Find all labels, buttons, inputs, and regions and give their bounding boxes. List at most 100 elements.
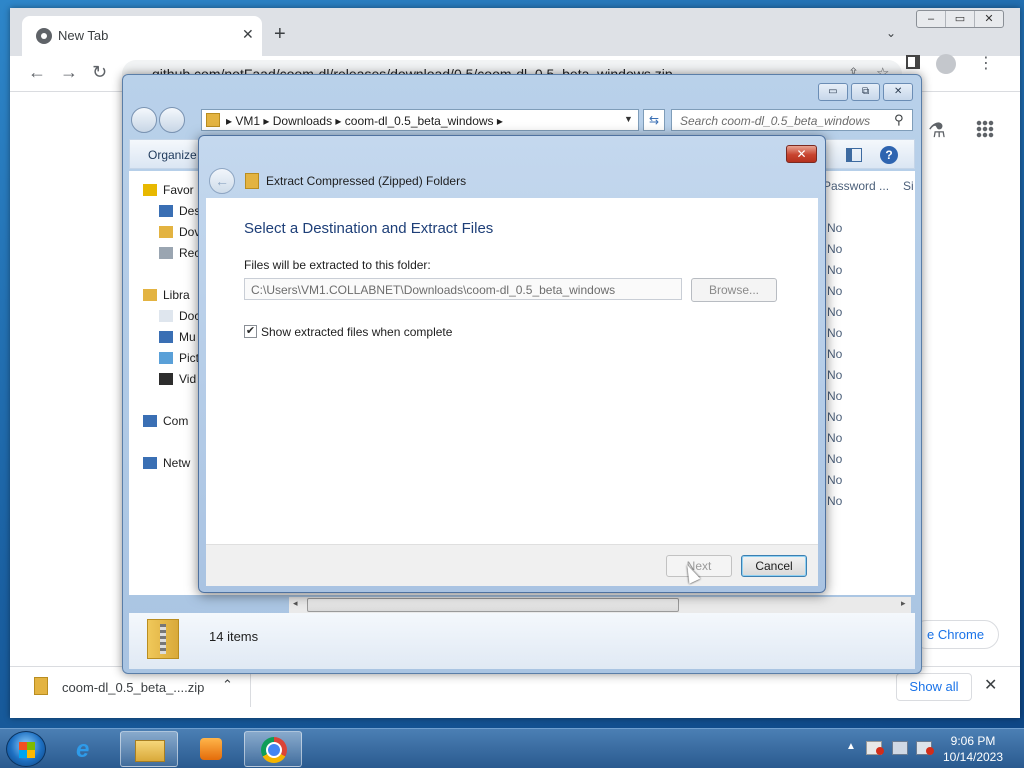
nav-item-label: Libra xyxy=(163,288,190,302)
explorer-address-bar[interactable]: ▸ VM1 ▸ Downloads ▸ coom-dl_0.5_beta_win… xyxy=(201,109,639,131)
scroll-thumb[interactable] xyxy=(307,598,679,612)
search-placeholder: Search coom-dl_0.5_beta_windows xyxy=(680,114,871,128)
videos-icon xyxy=(159,373,173,385)
nav-item-computer[interactable]: Com xyxy=(143,414,188,432)
scroll-left-icon[interactable]: ◂ xyxy=(293,598,298,609)
destination-label: Files will be extracted to this folder: xyxy=(244,258,431,272)
nav-item-recent[interactable]: Rec xyxy=(159,246,200,264)
breadcrumb[interactable]: ▸ VM1 ▸ Downloads ▸ coom-dl_0.5_beta_win… xyxy=(226,114,503,128)
tab-close-icon[interactable]: ✕ xyxy=(242,26,254,43)
dialog-close-button[interactable]: ✕ xyxy=(786,145,817,163)
taskbar-internet-explorer[interactable]: e xyxy=(60,731,118,767)
column-header-size[interactable]: Si xyxy=(903,179,914,193)
taskbar-explorer[interactable] xyxy=(120,731,178,767)
nav-item-videos[interactable]: Vid xyxy=(159,372,196,390)
folder-icon xyxy=(206,113,220,127)
search-icon[interactable]: ⚲ xyxy=(894,112,904,128)
documents-icon xyxy=(159,310,173,322)
profile-avatar[interactable] xyxy=(936,54,956,74)
password-cell: No xyxy=(827,431,843,445)
password-cell: No xyxy=(827,326,843,340)
windows-logo-icon xyxy=(19,742,35,758)
destination-path-field[interactable]: C:\Users\VM1.COLLABNET\Downloads\coom-dl… xyxy=(244,278,682,300)
nav-item-documents[interactable]: Doc xyxy=(159,309,200,327)
nav-item-music[interactable]: Mu xyxy=(159,330,196,348)
nav-item-libraries[interactable]: Libra xyxy=(143,288,190,306)
nav-item-desktop[interactable]: Des xyxy=(159,204,200,222)
next-button[interactable]: Next xyxy=(666,555,732,577)
nav-item-network[interactable]: Netw xyxy=(143,456,190,474)
tab-search-icon[interactable]: ⌄ xyxy=(886,26,896,40)
password-cell: No xyxy=(827,452,843,466)
preview-pane-icon[interactable] xyxy=(846,148,862,162)
clock-date: 10/14/2023 xyxy=(942,750,1004,764)
recent-places-icon xyxy=(159,247,173,259)
taskbar-media-player[interactable] xyxy=(182,731,240,767)
cancel-button[interactable]: Cancel xyxy=(741,555,807,577)
new-tab-button[interactable]: + xyxy=(274,24,286,44)
chrome-menu-icon[interactable]: ⋮ xyxy=(978,56,994,72)
password-cell: No xyxy=(827,494,843,508)
address-dropdown-icon[interactable]: ▼ xyxy=(624,114,633,124)
minimize-button[interactable]: – xyxy=(917,11,946,27)
password-cell: No xyxy=(827,368,843,382)
libraries-icon xyxy=(143,289,157,301)
close-window-button[interactable]: ✕ xyxy=(975,11,1003,27)
nav-item-pictures[interactable]: Pict xyxy=(159,351,199,369)
download-file-name: coom-dl_0.5_beta_....zip xyxy=(62,680,205,695)
explorer-back-button[interactable] xyxy=(131,107,157,133)
nav-item-favorites[interactable]: Favor xyxy=(143,183,194,201)
tab-title: New Tab xyxy=(58,28,109,43)
start-button[interactable] xyxy=(6,731,46,767)
browse-button[interactable]: Browse... xyxy=(691,278,777,302)
nav-item-label: Netw xyxy=(163,456,191,470)
maximize-button[interactable]: ▭ xyxy=(946,11,975,27)
show-files-checkbox[interactable]: ✔ xyxy=(244,325,257,338)
password-cell: No xyxy=(827,347,843,361)
customize-chrome-button[interactable]: e Chrome xyxy=(912,620,1000,649)
forward-arrow-icon[interactable]: → xyxy=(60,62,78,83)
apps-grid-icon[interactable] xyxy=(976,120,994,138)
show-files-label[interactable]: Show extracted files when complete xyxy=(261,325,452,339)
refresh-icon[interactable]: ⇆ xyxy=(643,109,665,131)
nav-item-downloads[interactable]: Dov xyxy=(159,225,200,243)
chevron-up-icon[interactable]: ⌃ xyxy=(222,677,233,693)
show-all-button[interactable]: Show all xyxy=(896,673,972,701)
help-icon[interactable]: ? xyxy=(880,146,898,164)
labs-icon[interactable]: ⚗ xyxy=(928,118,946,143)
chrome-icon xyxy=(261,737,287,763)
explorer-minimize-button[interactable]: ▭ xyxy=(818,83,848,101)
dialog-content: Select a Destination and Extract Files F… xyxy=(206,198,818,544)
zip-folder-icon xyxy=(147,619,179,659)
explorer-forward-button[interactable] xyxy=(159,107,185,133)
taskbar: e ▲ 9:06 PM 10/14/2023 xyxy=(0,728,1024,768)
download-item[interactable]: coom-dl_0.5_beta_....zip ⌃ xyxy=(30,673,250,701)
nav-item-label: Favor xyxy=(163,183,194,197)
taskbar-chrome[interactable] xyxy=(244,731,302,767)
explorer-maximize-button[interactable]: ⧉ xyxy=(850,83,881,101)
horizontal-scrollbar[interactable]: ◂ ▸ xyxy=(289,597,911,613)
mute-badge-icon xyxy=(926,747,934,755)
close-download-bar-icon[interactable]: ✕ xyxy=(984,675,997,695)
back-arrow-icon[interactable]: ← xyxy=(28,62,46,83)
network-tray-icon[interactable] xyxy=(892,741,908,755)
explorer-details-pane: 14 items xyxy=(129,613,915,669)
dialog-back-button[interactable]: ← xyxy=(209,168,235,194)
scroll-right-icon[interactable]: ▸ xyxy=(901,598,906,609)
tab-new-tab[interactable]: New Tab ✕ xyxy=(22,16,262,56)
error-badge-icon xyxy=(876,747,884,755)
reload-icon[interactable]: ↻ xyxy=(92,62,107,83)
internet-explorer-icon: e xyxy=(76,736,90,763)
explorer-close-button[interactable]: ✕ xyxy=(883,83,914,101)
show-hidden-icons[interactable]: ▲ xyxy=(846,741,856,752)
system-clock[interactable]: 9:06 PM 10/14/2023 xyxy=(940,733,1006,765)
password-cell: No xyxy=(827,284,843,298)
side-panel-icon[interactable] xyxy=(906,55,920,69)
nav-item-label: Mu xyxy=(179,330,196,344)
column-header-password[interactable]: Password ... xyxy=(823,179,889,193)
organize-button[interactable]: Organize xyxy=(148,148,197,162)
explorer-search-input[interactable]: Search coom-dl_0.5_beta_windows ⚲ xyxy=(671,109,913,131)
desktop-icon xyxy=(159,205,173,217)
zip-folder-icon xyxy=(245,173,259,189)
password-cell: No xyxy=(827,221,843,235)
